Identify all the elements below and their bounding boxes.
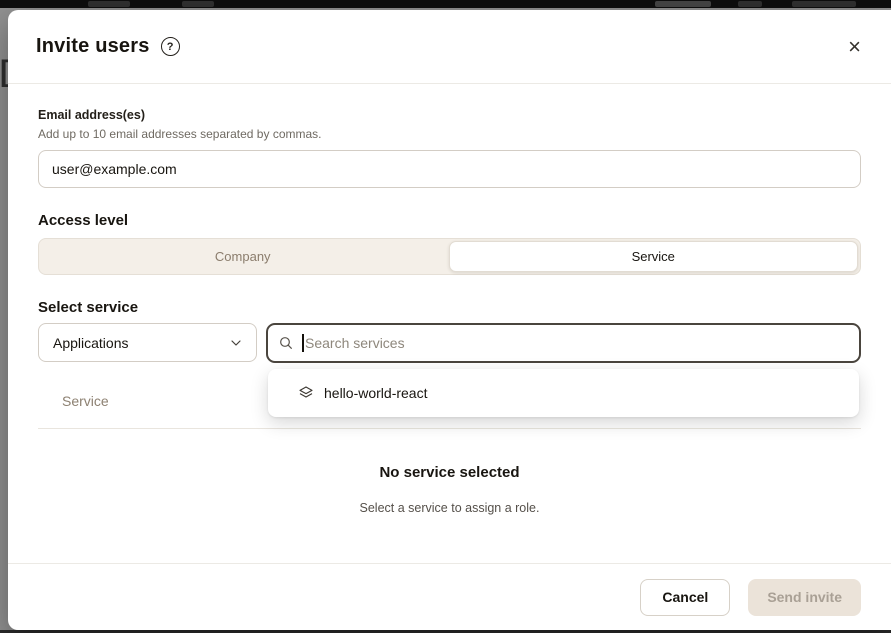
access-level-toggle: Company Service xyxy=(38,238,861,275)
page-title: Invite users xyxy=(36,35,150,58)
close-icon[interactable]: × xyxy=(846,36,863,58)
service-result-label: hello-world-react xyxy=(324,385,427,401)
navbar-item xyxy=(655,1,711,7)
navbar-item xyxy=(88,1,130,7)
modal-header: Invite users ? × xyxy=(8,10,891,84)
navbar-item xyxy=(182,1,214,7)
search-results-dropdown: hello-world-react xyxy=(268,369,859,417)
modal-body: Email address(es) Add up to 10 email add… xyxy=(8,84,891,563)
service-type-value: Applications xyxy=(53,335,129,351)
send-invite-button[interactable]: Send invite xyxy=(748,579,861,616)
chevron-down-icon xyxy=(228,335,244,351)
navbar-item xyxy=(792,1,856,7)
navbar-item xyxy=(738,1,762,7)
cancel-button[interactable]: Cancel xyxy=(640,579,730,616)
background-page-heading-fragment: [ xyxy=(0,54,8,92)
email-label: Email address(es) xyxy=(38,108,861,122)
select-service-label: Select service xyxy=(38,299,861,317)
email-field[interactable] xyxy=(38,150,861,188)
background-navbar xyxy=(0,0,891,8)
service-search: hello-world-react xyxy=(266,323,861,363)
service-type-select[interactable]: Applications xyxy=(38,323,257,362)
invite-users-modal: Invite users ? × Email address(es) Add u… xyxy=(8,10,891,630)
access-option-service[interactable]: Service xyxy=(449,241,859,272)
service-picker-row: Applications xyxy=(38,323,861,363)
layers-icon xyxy=(298,385,314,401)
screen: [ Invite users ? × Email address(es) Add… xyxy=(0,0,891,633)
text-caret xyxy=(302,334,304,352)
access-option-company[interactable]: Company xyxy=(39,239,447,274)
search-icon xyxy=(278,335,294,351)
search-input[interactable] xyxy=(305,325,849,361)
email-helper: Add up to 10 email addresses separated b… xyxy=(38,127,861,141)
service-result-item[interactable]: hello-world-react xyxy=(268,371,859,415)
access-level-label: Access level xyxy=(38,212,861,230)
empty-state: No service selected Select a service to … xyxy=(38,464,861,515)
empty-state-title: No service selected xyxy=(38,464,861,481)
empty-state-subtitle: Select a service to assign a role. xyxy=(38,501,861,515)
modal-footer: Cancel Send invite xyxy=(8,563,891,630)
help-icon[interactable]: ? xyxy=(161,37,180,56)
